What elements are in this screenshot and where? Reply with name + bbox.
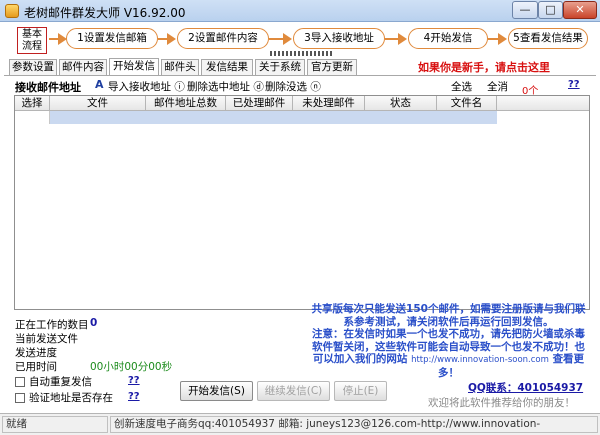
toolbar-help-link[interactable]: ?? (568, 79, 580, 90)
col-status[interactable]: 状态 (365, 96, 437, 111)
row-selection-highlight[interactable] (50, 111, 497, 124)
window-title: 老树邮件群发大师 V16.92.00 (24, 6, 186, 20)
delete-unselected-label: 删除没选 (265, 81, 307, 93)
elapsed-timer: 00小时00分00秒 (90, 361, 173, 373)
tab-about[interactable]: 关于系统 (255, 59, 305, 75)
auto-resend-checkbox[interactable]: 自动重复发信 (15, 374, 92, 389)
basic-flow-label: 基本 流程 (17, 27, 47, 54)
app-icon (5, 4, 19, 18)
verify-help-link[interactable]: ?? (128, 391, 140, 402)
collapse-grip-icon[interactable] (270, 51, 332, 56)
step-set-sender[interactable]: 1设置发信邮箱 (66, 28, 158, 49)
tab-mail-content[interactable]: 邮件内容 (59, 59, 107, 75)
checkbox-box[interactable] (15, 376, 25, 387)
minimize-button[interactable]: — (512, 1, 538, 19)
recipient-section-title: 接收邮件地址 (15, 81, 81, 94)
elapsed-label: 已用时间 (15, 361, 57, 373)
novice-help-link[interactable]: 如果你是新手，请点击这里 (418, 59, 550, 75)
delete-unselected-button[interactable]: 删除没选 ⓝ (265, 79, 321, 94)
col-unprocessed[interactable]: 未处理邮件 (293, 96, 365, 111)
flow-arrow-icon (498, 33, 507, 45)
auto-resend-label: 自动重复发信 (29, 376, 92, 388)
verify-address-checkbox[interactable]: 验证地址是否存在 (15, 390, 113, 405)
import-icon: A (95, 78, 104, 91)
step-start-sending[interactable]: 4开始发信 (408, 28, 488, 49)
import-addresses-label: 导入接收地址 (108, 81, 171, 93)
tab-send-results[interactable]: 发信结果 (201, 59, 253, 75)
status-bar: 就绪 创新速度电子商务qq:401054937 邮箱: juneys123@12… (0, 413, 600, 435)
step-set-content[interactable]: 2设置邮件内容 (177, 28, 269, 49)
working-count-label: 正在工作的数目 (15, 319, 89, 331)
flow-arrow-icon (398, 33, 407, 45)
select-all-button[interactable]: 全选 (451, 79, 472, 94)
recipient-table[interactable]: 选择 文件 邮件地址总数 已处理邮件 未处理邮件 状态 文件名 (14, 95, 590, 310)
start-sending-button[interactable]: 开始发信(S) (180, 381, 253, 401)
working-count-value: 0 (90, 317, 98, 329)
shareware-notice: 共享版每次只能发送150个邮件，如需要注册版请与我们联系参考测试，请关闭软件后再… (311, 303, 586, 379)
col-file[interactable]: 文件 (50, 96, 146, 111)
basic-flow-line-2: 流程 (22, 41, 42, 52)
flow-arrow-icon (283, 33, 292, 45)
col-processed[interactable]: 已处理邮件 (226, 96, 293, 111)
tab-mail-header[interactable]: 邮件头 (161, 59, 199, 75)
main-content: 基本 流程 1设置发信邮箱 2设置邮件内容 3导入接收地址 4开始发信 5查看发… (0, 22, 600, 413)
delete-selected-button[interactable]: 删除选中地址 ⓓ (187, 79, 264, 94)
step-import-addresses[interactable]: 3导入接收地址 (293, 28, 385, 49)
tab-divider (4, 75, 596, 76)
basic-flow-line-1: 基本 (22, 29, 42, 40)
row-select-cell[interactable] (15, 111, 50, 124)
maximize-button[interactable]: □ (538, 1, 563, 19)
delete-selected-label: 删除选中地址 (187, 81, 250, 93)
welcome-text: 欢迎将此软件推荐给你的朋友！ (428, 397, 575, 409)
tab-settings[interactable]: 参数设置 (9, 59, 57, 75)
import-addresses-button[interactable]: 导入接收地址 ⓘ (108, 79, 185, 94)
resume-sending-button[interactable]: 继续发信(C) (257, 381, 330, 401)
checkbox-box[interactable] (15, 392, 25, 403)
col-total[interactable]: 邮件地址总数 (146, 96, 226, 111)
status-text: 就绪 (2, 416, 108, 433)
status-info: 创新速度电子商务qq:401054937 邮箱: juneys123@126.c… (110, 416, 598, 433)
title-bar: 老树邮件群发大师 V16.92.00 — □ ✕ (0, 0, 600, 22)
tab-start-sending[interactable]: 开始发信 (109, 58, 159, 75)
progress-label: 发送进度 (15, 347, 57, 359)
notice-line-1: 共享版每次只能发送150个邮件，如需要注册版请与我们联系参考测试，请关闭软件后再… (311, 303, 586, 328)
col-select[interactable]: 选择 (15, 96, 50, 111)
flow-arrow-icon (167, 33, 176, 45)
auto-resend-help-link[interactable]: ?? (128, 375, 140, 386)
table-header: 选择 文件 邮件地址总数 已处理邮件 未处理邮件 状态 文件名 (15, 96, 589, 111)
close-button[interactable]: ✕ (563, 1, 597, 19)
current-file-label: 当前发送文件 (15, 333, 78, 345)
notice-site-link[interactable]: http://www.innovation-soon.com (411, 355, 549, 365)
table-row[interactable] (15, 111, 589, 124)
clear-selection-button[interactable]: 全消 (487, 79, 508, 94)
qq-contact-link[interactable]: QQ联系：401054937 (468, 380, 583, 395)
col-filename[interactable]: 文件名 (437, 96, 497, 111)
verify-address-label: 验证地址是否存在 (29, 392, 113, 404)
tab-official-update[interactable]: 官方更新 (307, 59, 357, 75)
stop-button[interactable]: 停止(E) (334, 381, 387, 401)
step-view-results[interactable]: 5查看发信结果 (508, 28, 588, 49)
